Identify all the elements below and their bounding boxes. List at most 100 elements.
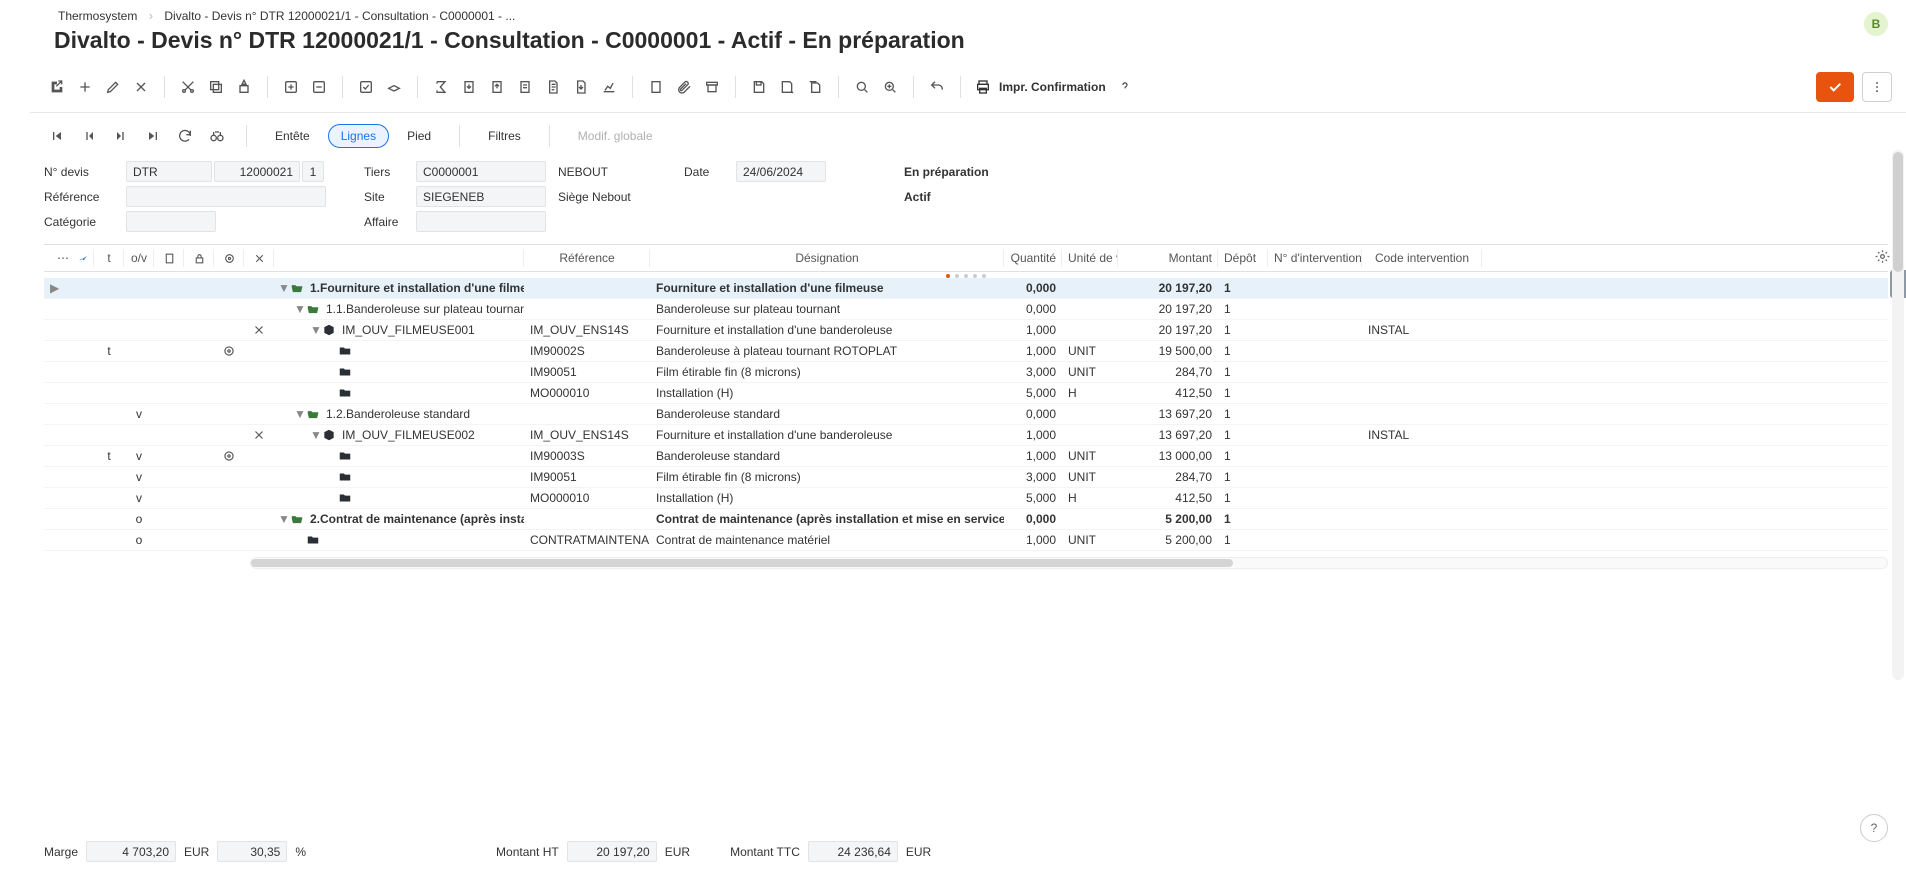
grid-settings-icon[interactable] bbox=[1875, 249, 1890, 267]
tab-pied[interactable]: Pied bbox=[395, 125, 443, 147]
edit-icon[interactable] bbox=[100, 74, 126, 100]
ndevis-number-input[interactable]: 12000021 bbox=[214, 161, 300, 182]
col-lock[interactable] bbox=[184, 245, 214, 271]
clipboard2-icon[interactable] bbox=[643, 74, 669, 100]
col-ninter[interactable]: N° d'intervention bbox=[1268, 245, 1362, 271]
marge-pct-value[interactable]: 30,35 bbox=[217, 841, 287, 862]
date-input[interactable]: 24/06/2024 bbox=[736, 161, 826, 182]
tree-toggle-icon[interactable]: ▼ bbox=[294, 407, 304, 421]
marge-value[interactable]: 4 703,20 bbox=[86, 841, 176, 862]
affaire-input[interactable] bbox=[416, 211, 546, 232]
table-row[interactable]: v▼1.2.Banderoleuse standardBanderoleuse … bbox=[44, 404, 1888, 425]
cut-icon[interactable] bbox=[175, 74, 201, 100]
save-as-icon[interactable] bbox=[774, 74, 800, 100]
tab-filtres[interactable]: Filtres bbox=[476, 125, 533, 147]
cell-tree[interactable]: ▼2.Contrat de maintenance (après install… bbox=[274, 512, 524, 526]
col-ov[interactable]: o/v bbox=[124, 245, 154, 271]
breadcrumb-item[interactable]: Divalto - Devis n° DTR 12000021/1 - Cons… bbox=[164, 9, 515, 23]
steps-icon[interactable] bbox=[74, 249, 92, 267]
col-unite[interactable]: Unité de ve bbox=[1062, 245, 1118, 271]
refresh-icon[interactable] bbox=[172, 123, 198, 149]
cell-tree[interactable] bbox=[274, 386, 524, 400]
col-designation[interactable]: Désignation bbox=[650, 245, 1004, 271]
col-clipboard[interactable] bbox=[154, 245, 184, 271]
help-fab-button[interactable]: ? bbox=[1860, 814, 1888, 842]
col-t[interactable]: t bbox=[94, 245, 124, 271]
breadcrumb-item[interactable]: Thermosystem bbox=[58, 9, 137, 23]
prev-record-icon[interactable] bbox=[76, 123, 102, 149]
tree-toggle-icon[interactable]: ▼ bbox=[294, 302, 304, 316]
clipboard-in-icon[interactable] bbox=[456, 74, 482, 100]
horizontal-scrollbar[interactable] bbox=[250, 557, 1888, 569]
paste-icon[interactable] bbox=[231, 74, 257, 100]
cell-tree[interactable]: ▼1.1.Banderoleuse sur plateau tournant bbox=[274, 302, 524, 316]
reference-input[interactable] bbox=[126, 186, 326, 207]
chart-icon[interactable] bbox=[596, 74, 622, 100]
table-row[interactable]: ▶▼1.Fourniture et installation d'une fil… bbox=[44, 278, 1888, 299]
add-box-icon[interactable] bbox=[278, 74, 304, 100]
tiers-input[interactable]: C0000001 bbox=[416, 161, 546, 182]
search-icon[interactable] bbox=[849, 74, 875, 100]
undo-icon[interactable] bbox=[924, 74, 950, 100]
col-reference[interactable]: Référence bbox=[524, 245, 650, 271]
montant-ht-value[interactable]: 20 197,20 bbox=[567, 841, 657, 862]
clipboard-icon[interactable] bbox=[512, 74, 538, 100]
cell-tree[interactable] bbox=[274, 470, 524, 484]
montant-ttc-value[interactable]: 24 236,64 bbox=[808, 841, 898, 862]
col-tools[interactable] bbox=[244, 245, 274, 271]
cell-tree[interactable] bbox=[274, 533, 524, 547]
cell-tree[interactable] bbox=[274, 365, 524, 379]
unflag-icon[interactable] bbox=[381, 74, 407, 100]
table-row[interactable]: tIM90002SBanderoleuse à plateau tournant… bbox=[44, 341, 1888, 362]
close-icon[interactable] bbox=[128, 74, 154, 100]
categorie-input[interactable] bbox=[126, 211, 216, 232]
table-row[interactable]: o▼2.Contrat de maintenance (après instal… bbox=[44, 509, 1888, 530]
cell-tree[interactable] bbox=[274, 491, 524, 505]
col-quantite[interactable]: Quantité bbox=[1004, 245, 1062, 271]
check-box-icon[interactable] bbox=[353, 74, 379, 100]
plus-icon[interactable] bbox=[72, 74, 98, 100]
binoculars-icon[interactable] bbox=[204, 123, 230, 149]
kebab-menu-button[interactable] bbox=[1862, 72, 1892, 102]
ndevis-prefix-input[interactable]: DTR bbox=[126, 161, 212, 182]
table-row[interactable]: IM90051Film étirable fin (8 microns)3,00… bbox=[44, 362, 1888, 383]
help-icon[interactable] bbox=[1112, 74, 1138, 100]
col-target[interactable] bbox=[214, 245, 244, 271]
user-badge[interactable]: B bbox=[1864, 12, 1888, 36]
more-icon[interactable]: ⋯ bbox=[54, 249, 72, 267]
validate-button[interactable] bbox=[1816, 72, 1854, 102]
cell-tree[interactable]: ▼IM_OUV_FILMEUSE002 bbox=[274, 428, 524, 442]
document-down-icon[interactable] bbox=[568, 74, 594, 100]
zoom-in-icon[interactable] bbox=[877, 74, 903, 100]
paperclip-icon[interactable] bbox=[671, 74, 697, 100]
next-record-icon[interactable] bbox=[108, 123, 134, 149]
col-montant[interactable]: Montant bbox=[1118, 245, 1218, 271]
print-confirmation-button[interactable]: Impr. Confirmation bbox=[975, 79, 1106, 95]
clipboard-out-icon[interactable] bbox=[484, 74, 510, 100]
remove-box-icon[interactable] bbox=[306, 74, 332, 100]
col-depot[interactable]: Dépôt bbox=[1218, 245, 1268, 271]
save-icon[interactable] bbox=[746, 74, 772, 100]
table-row[interactable]: oCONTRATMAINTENANCEContrat de maintenanc… bbox=[44, 530, 1888, 551]
row-selector[interactable]: ▶ bbox=[44, 281, 94, 295]
cell-tree[interactable] bbox=[274, 344, 524, 358]
site-input[interactable]: SIEGENEB bbox=[416, 186, 546, 207]
new-icon[interactable] bbox=[44, 74, 70, 100]
last-record-icon[interactable] bbox=[140, 123, 166, 149]
vertical-scrollbar[interactable] bbox=[1892, 150, 1904, 680]
sigma-icon[interactable] bbox=[428, 74, 454, 100]
cell-tree[interactable]: ▼1.2.Banderoleuse standard bbox=[274, 407, 524, 421]
document-icon[interactable] bbox=[540, 74, 566, 100]
cell-tree[interactable] bbox=[274, 449, 524, 463]
archive-icon[interactable] bbox=[699, 74, 725, 100]
save-all-icon[interactable] bbox=[802, 74, 828, 100]
first-record-icon[interactable] bbox=[44, 123, 70, 149]
col-codeinter[interactable]: Code intervention bbox=[1362, 245, 1482, 271]
ndevis-rev-input[interactable]: 1 bbox=[302, 161, 324, 182]
tree-toggle-icon[interactable]: ▼ bbox=[310, 323, 320, 337]
tab-entete[interactable]: Entête bbox=[263, 125, 322, 147]
tree-toggle-icon[interactable]: ▼ bbox=[310, 428, 320, 442]
table-row[interactable]: vMO000010Installation (H)5,000H412,501 bbox=[44, 488, 1888, 509]
tree-toggle-icon[interactable]: ▼ bbox=[278, 512, 288, 526]
table-row[interactable]: vIM90051Film étirable fin (8 microns)3,0… bbox=[44, 467, 1888, 488]
